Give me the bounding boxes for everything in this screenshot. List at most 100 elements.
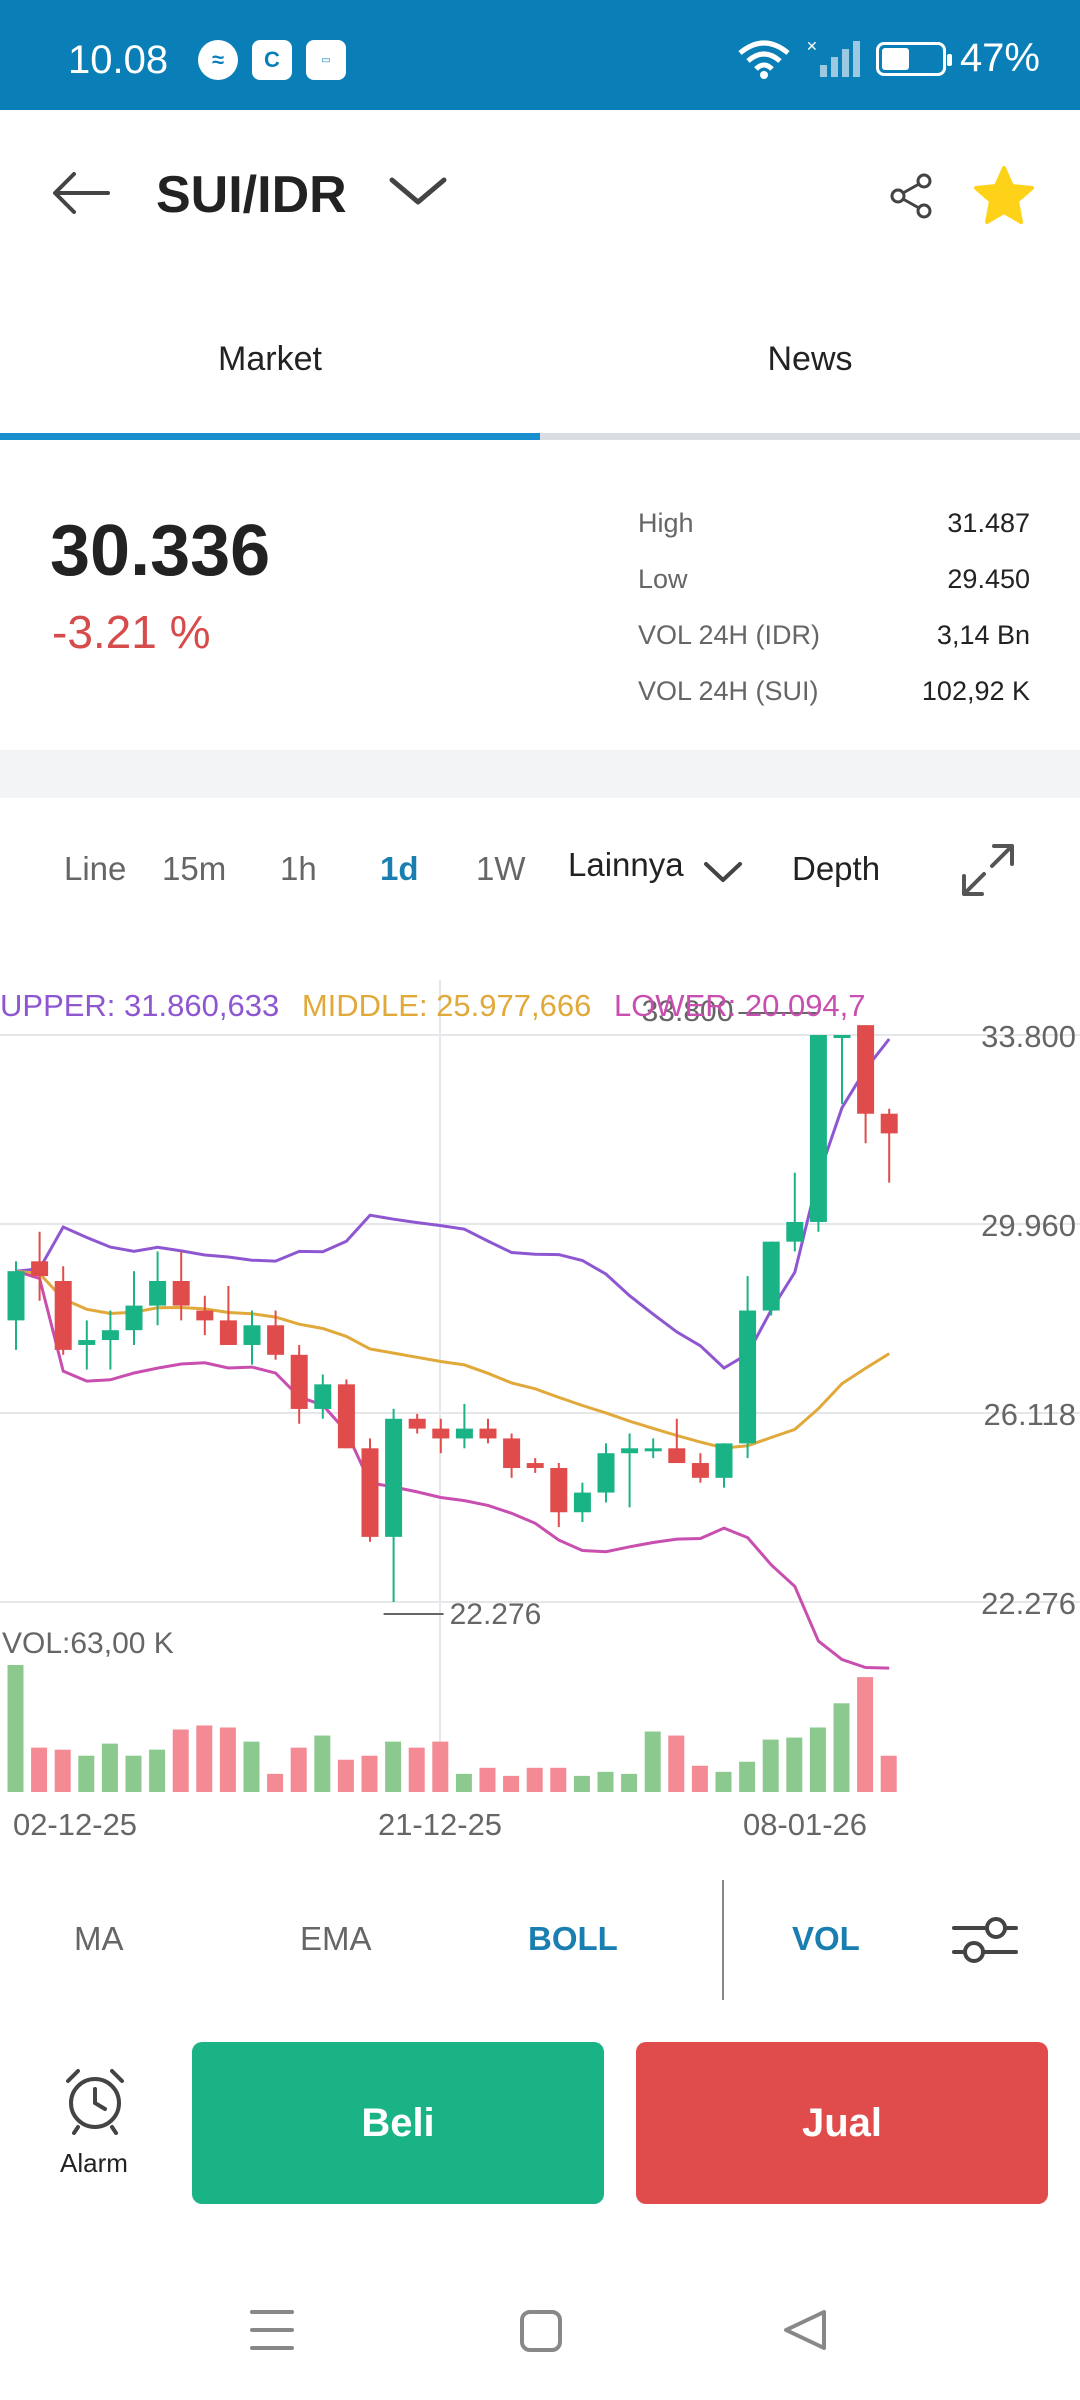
alarm-clock-icon[interactable] [60, 2065, 130, 2135]
home-icon[interactable] [520, 2310, 562, 2352]
tf-1d[interactable]: 1d [380, 850, 419, 888]
tab-market[interactable]: Market [0, 340, 540, 379]
candle-body [54, 1281, 72, 1350]
tf-more[interactable]: Lainnya [568, 846, 684, 884]
candle-body [597, 1453, 615, 1493]
volume-bar [243, 1741, 260, 1792]
tab-news[interactable]: News [540, 340, 1080, 379]
stat-value: 31.487 [947, 507, 1030, 538]
share-icon[interactable] [888, 172, 936, 220]
candle-body [7, 1271, 25, 1321]
candle-body [125, 1305, 143, 1331]
header: SUI/IDR [0, 110, 1080, 280]
volume-bar [455, 1773, 472, 1792]
volume-bar [550, 1767, 567, 1792]
tab-underline-active [0, 433, 540, 440]
volume-bar [78, 1755, 95, 1792]
volume-bar [7, 1665, 24, 1792]
pair-title[interactable]: SUI/IDR [156, 165, 347, 225]
volume-bar [361, 1755, 378, 1792]
tf-depth[interactable]: Depth [792, 850, 880, 888]
battery-fill [881, 47, 910, 70]
candle-body [314, 1384, 332, 1409]
indicator-bar: MA EMA BOLL VOL [0, 1880, 1080, 2000]
legend-lower: LOWER: 20.094,7 [613, 988, 866, 1023]
svg-text:✕: ✕ [806, 39, 818, 55]
candle-body [479, 1428, 497, 1439]
volume-bar [621, 1773, 638, 1792]
sell-button[interactable]: Jual [636, 2042, 1048, 2204]
candle-body [503, 1438, 521, 1468]
messenger-icon: ≈ [198, 40, 238, 80]
stat-row-vol-sui: VOL 24H (SUI) 102,92 K [638, 663, 1030, 719]
stat-label: Low [638, 563, 688, 594]
chevron-down-icon[interactable] [702, 858, 744, 886]
candle-body [361, 1448, 379, 1537]
y-axis-label: 33.800 [981, 1019, 1076, 1054]
volume-bar [385, 1741, 402, 1792]
ind-ema[interactable]: EMA [300, 1920, 372, 1958]
volume-bar [54, 1749, 71, 1792]
candle-body [857, 1025, 875, 1114]
favorite-star-icon[interactable] [972, 164, 1036, 228]
volume-bar [314, 1735, 331, 1792]
indicator-separator [722, 1880, 724, 2000]
candle-body [786, 1221, 804, 1242]
boll-legend: UPPER: 31.860,633 MIDDLE: 25.977,666 LOW… [0, 988, 880, 1024]
candle-body [833, 1035, 851, 1038]
wifi-icon [738, 40, 790, 79]
recent-apps-icon[interactable] [250, 2310, 294, 2350]
candle-body [880, 1113, 898, 1134]
ind-boll[interactable]: BOLL [528, 1920, 618, 1958]
candle-body [196, 1310, 214, 1321]
candle-body [432, 1428, 450, 1439]
system-nav-bar [250, 2310, 826, 2352]
tf-1w[interactable]: 1W [476, 850, 526, 888]
buy-button[interactable]: Beli [192, 2042, 604, 2204]
tf-1h[interactable]: 1h [280, 850, 317, 888]
y-axis-label: 22.276 [981, 1586, 1076, 1621]
candle-body [172, 1281, 190, 1306]
candle-body [621, 1448, 639, 1454]
alarm-label[interactable]: Alarm [60, 2148, 128, 2179]
candle-body [219, 1320, 237, 1345]
candle-body [149, 1281, 167, 1306]
ind-ma[interactable]: MA [74, 1920, 124, 1958]
volume-bar [526, 1767, 543, 1792]
tabs: Market News [0, 330, 1080, 440]
volume-bar [880, 1755, 897, 1792]
ind-vol[interactable]: VOL [792, 1920, 860, 1958]
volume-bar [149, 1749, 166, 1792]
fullscreen-icon[interactable] [958, 840, 1018, 900]
candle-body [408, 1418, 426, 1429]
tf-15m[interactable]: 15m [162, 850, 226, 888]
volume-bar [739, 1761, 756, 1792]
x-axis-label: 21-12-25 [378, 1807, 502, 1842]
stats-table: High 31.487 Low 29.450 VOL 24H (IDR) 3,1… [638, 495, 1030, 719]
candle-body [550, 1467, 568, 1513]
indicator-settings-icon[interactable] [950, 1910, 1020, 1970]
nav-back-icon[interactable] [784, 2310, 826, 2350]
stat-value: 102,92 K [921, 675, 1030, 706]
volume-bar [762, 1739, 779, 1792]
volume-bar [668, 1735, 685, 1792]
stat-label: VOL 24H (IDR) [638, 619, 821, 650]
back-arrow-icon[interactable] [50, 168, 110, 218]
price-change: -3.21 % [52, 606, 211, 658]
volume-bar [290, 1747, 307, 1792]
stat-label: High [638, 507, 694, 538]
chevron-down-icon[interactable] [388, 172, 448, 212]
x-axis-label: 08-01-26 [743, 1807, 867, 1842]
candle-body [691, 1463, 709, 1478]
volume-bar [125, 1755, 142, 1792]
timeframe-bar: Line 15m 1h 1d 1W Lainnya Depth [0, 830, 1080, 910]
candlestick-chart[interactable]: 33.80029.96026.11822.27633.80022.276VOL:… [0, 960, 1080, 1850]
candle-body [526, 1463, 544, 1468]
candle-body [739, 1310, 757, 1444]
battery-percent: 47% [959, 36, 1040, 80]
tf-line[interactable]: Line [64, 850, 126, 888]
volume-bar [691, 1765, 708, 1792]
stat-value: 29.450 [947, 563, 1030, 594]
boll-upper-line [15, 1038, 891, 1370]
candle-body [455, 1428, 473, 1439]
